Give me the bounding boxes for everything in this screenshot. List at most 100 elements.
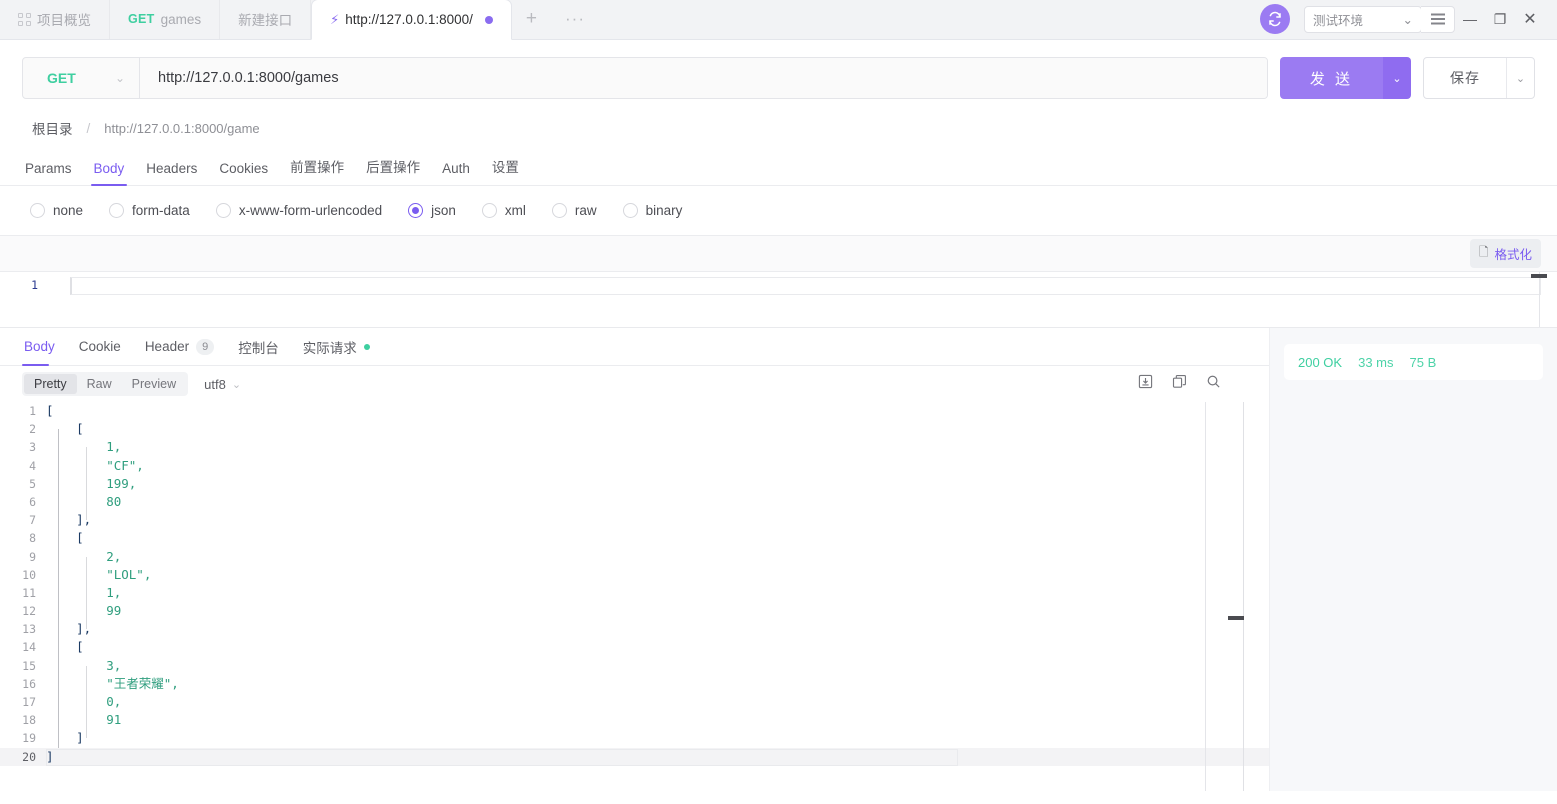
tab-active-request[interactable]: ⚡ http://127.0.0.1:8000/ [311, 0, 512, 40]
response-body-code[interactable]: 1[2 [3 1, 4 "CF", 5 199, 6 80 7 ], 8 [9 2, 10 … [0, 402, 1269, 791]
save-dropdown-button[interactable]: ⌄ [1506, 58, 1534, 98]
method-value: GET [47, 70, 76, 86]
editor-scrollbar-marker[interactable] [1531, 274, 1547, 278]
body-type-json[interactable]: json [408, 203, 456, 218]
code-scrollbar-marker[interactable] [1228, 616, 1244, 620]
request-tab-cookies[interactable]: Cookies [208, 161, 279, 185]
code-line[interactable]: 7 ], [0, 511, 1269, 539]
request-editor-line-1[interactable] [70, 277, 1541, 295]
tab-new-interface[interactable]: 新建接口 [220, 0, 312, 39]
sync-icon[interactable] [1260, 4, 1290, 34]
environment-select[interactable]: 测试环境 ⌄ [1304, 5, 1422, 33]
code-line[interactable]: 5 199, [0, 475, 1269, 502]
code-line[interactable]: 4 "CF", [0, 457, 1269, 484]
body-type-raw[interactable]: raw [551, 203, 597, 218]
radio-label: form-data [132, 203, 190, 218]
search-icon[interactable] [1206, 374, 1221, 394]
bolt-icon: ⚡ [330, 12, 340, 27]
code-line[interactable]: 19 ] [0, 729, 1269, 757]
code-line[interactable]: 3 1, [0, 438, 1269, 466]
request-tab-post-script[interactable]: 后置操作 [355, 156, 431, 185]
encoding-select[interactable]: utf8 ⌄ [204, 377, 241, 392]
code-active-line-box [46, 749, 958, 766]
code-line-number: 10 [22, 567, 36, 582]
menu-button[interactable] [1421, 5, 1455, 33]
code-line[interactable]: 14 [ [0, 638, 1269, 666]
request-tab-settings[interactable]: 设置 [481, 156, 530, 185]
download-icon[interactable] [1138, 374, 1153, 394]
code-line[interactable]: 18 91 [0, 711, 1269, 739]
format-icon: 🗋 [1478, 245, 1489, 259]
body-type-none[interactable]: none [30, 203, 83, 218]
view-mode-preview[interactable]: Preview [122, 374, 186, 394]
breadcrumb-path: http://127.0.0.1:8000/game [104, 120, 260, 136]
view-mode-raw[interactable]: Raw [77, 374, 122, 394]
tab-more-button[interactable]: ··· [551, 0, 599, 39]
code-line-number: 9 [29, 549, 36, 564]
response-tab-label: Cookie [78, 339, 121, 354]
body-type-urlencoded[interactable]: x-www-form-urlencoded [215, 203, 382, 218]
code-ruler-1 [1205, 402, 1206, 791]
body-type-xml[interactable]: xml [481, 203, 526, 218]
body-type-form-data[interactable]: form-data [109, 203, 190, 218]
response-tab-cookie[interactable]: Cookie [67, 328, 133, 366]
radio-label: binary [645, 203, 683, 218]
request-editor-content[interactable] [46, 272, 1557, 327]
response-tab-label: 控制台 [238, 340, 279, 356]
editor-ruler [1539, 272, 1540, 327]
method-select[interactable]: GET ⌄ [23, 58, 140, 98]
code-line[interactable]: 17 0, [0, 693, 1269, 721]
status-code: 200 OK [1298, 354, 1343, 370]
url-input[interactable] [140, 58, 1267, 98]
copy-icon[interactable] [1172, 374, 1187, 394]
request-tab-headers[interactable]: Headers [135, 161, 208, 185]
radio-icon [622, 203, 638, 218]
tab-games[interactable]: GET games [110, 0, 221, 39]
send-button[interactable]: 发 送 [1279, 57, 1383, 99]
code-line[interactable]: 13 ], [0, 620, 1269, 648]
code-line[interactable]: 8 [ [0, 529, 1269, 557]
code-line[interactable]: 16 "王者荣耀", [0, 675, 1269, 702]
maximize-button[interactable]: ❐ [1485, 0, 1515, 39]
code-line-number: 2 [29, 422, 36, 437]
code-line[interactable]: 2 [ [0, 420, 1269, 448]
request-tab-params[interactable]: Params [22, 161, 83, 185]
code-line-number: 17 [22, 695, 36, 709]
breadcrumb-root[interactable]: 根目录 [32, 118, 73, 138]
response-section: Body Cookie Header 9 控制台 实际请求 Pretty Raw… [0, 328, 1557, 791]
tab-project-overview[interactable]: 项目概览 [0, 0, 110, 39]
code-line[interactable]: 15 3, [0, 657, 1269, 684]
response-tab-actual-request[interactable]: 实际请求 [291, 328, 382, 366]
minimize-button[interactable]: — [1455, 0, 1485, 39]
environment-value: 测试环境 [1313, 13, 1364, 28]
code-line[interactable]: 1[ [0, 402, 1269, 420]
code-line[interactable]: 11 1, [0, 584, 1269, 612]
unsaved-dot-icon [484, 15, 493, 24]
code-line-number: 13 [22, 622, 36, 637]
code-line[interactable]: 12 99 [0, 602, 1269, 630]
request-body-editor[interactable]: 1 [0, 272, 1557, 328]
method-badge: GET [128, 12, 155, 26]
header-count-badge: 9 [196, 338, 215, 355]
code-line[interactable]: 6 80 [0, 493, 1269, 521]
format-button[interactable]: 🗋 格式化 [1469, 239, 1541, 268]
view-mode-pretty[interactable]: Pretty [24, 374, 77, 394]
code-line[interactable]: 10 "LOL", [0, 566, 1269, 593]
code-line-text: "CF", [46, 457, 144, 473]
request-tab-pre-script[interactable]: 前置操作 [279, 156, 355, 185]
save-button[interactable]: 保存 [1424, 58, 1506, 98]
new-tab-button[interactable]: + [512, 0, 551, 39]
body-type-binary[interactable]: binary [622, 203, 683, 218]
code-line[interactable]: 9 2, [0, 548, 1269, 575]
radio-icon [551, 203, 567, 218]
request-tab-body[interactable]: Body [83, 161, 136, 186]
response-tab-header[interactable]: Header 9 [133, 328, 226, 366]
send-dropdown-button[interactable]: ⌄ [1383, 57, 1411, 99]
code-line-text: [ [46, 530, 84, 546]
close-button[interactable]: ✕ [1515, 0, 1545, 39]
response-tab-console[interactable]: 控制台 [226, 328, 291, 366]
status-card: 200 OK 33 ms 75 B [1284, 344, 1543, 380]
response-tab-body[interactable]: Body [22, 328, 67, 366]
radio-label: xml [504, 203, 526, 218]
request-tab-auth[interactable]: Auth [431, 161, 481, 185]
